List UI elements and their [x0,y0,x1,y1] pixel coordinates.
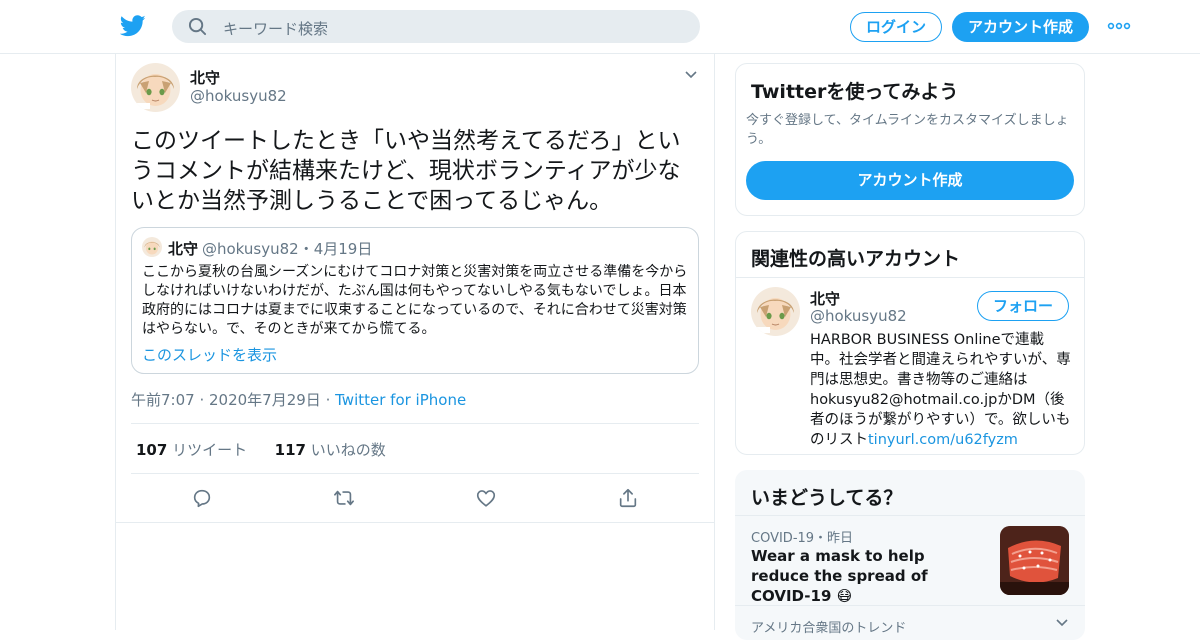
search-input[interactable]: キーワード検索 [223,18,328,39]
quote-text: ここから夏秋の台風シーズンにむけてコロナ対策と災害対策を両立させる準備を今からし… [142,264,688,337]
whats-happening-title: いまどうしてる？ [751,487,903,509]
related-account-name[interactable]: 北守 [810,288,840,309]
quoted-tweet[interactable]: 北守 @hokusyu82・4月19日 ここから夏秋の台風シーズンにむけてコロナ… [131,227,699,374]
show-thread-link[interactable]: このスレッドを表示 [142,344,277,365]
quote-meta: @hokusyu82・4月19日 [202,240,373,258]
divider [736,277,1084,278]
related-account-bio: HARBOR BUSINESS Onlineで連載中。社会学者と間違えられやすい… [810,330,1072,450]
related-account-avatar[interactable] [751,287,800,336]
related-accounts-title: 関連性の高いアカウント [751,248,961,270]
divider [131,473,699,474]
retweet-count[interactable]: 107 [136,441,167,459]
divider [131,423,699,424]
bio-text: HARBOR BUSINESS Onlineで連載中。社会学者と間違えられやすい… [810,332,1071,448]
retweet-label[interactable]: リツイート [172,441,247,459]
follow-button[interactable]: フォロー [977,291,1069,321]
share-icon[interactable] [617,487,639,509]
search-icon [188,17,207,36]
twitter-bird-icon[interactable] [120,14,146,38]
separator-dot: · [194,391,209,409]
quote-author-avatar [142,237,162,257]
divider [735,605,1085,606]
author-avatar[interactable] [131,63,180,112]
related-accounts-card: 関連性の高いアカウント 北守 @hokusyu82 フォロー HARBOR BU… [735,231,1085,455]
retweet-icon[interactable] [333,487,355,509]
signup-prompt-button[interactable]: アカウント作成 [746,161,1074,200]
news-meta: COVID-19・昨日 [751,531,854,546]
author-name[interactable]: 北守 [190,67,220,88]
signup-button[interactable]: アカウント作成 [952,12,1089,42]
heart-icon[interactable] [475,487,497,509]
tweet-text: このツイートしたとき「いや当然考えてるだろ」というコメントが結構来たけど、現状ボ… [131,128,681,214]
reply-icon[interactable] [191,487,213,509]
like-count[interactable]: 117 [275,441,306,459]
signup-prompt-subtitle: 今すぐ登録して、タイムラインをカスタマイズしましょう。 [746,113,1069,147]
divider [735,515,1085,516]
quote-author-name: 北守 [168,240,199,258]
like-label[interactable]: いいねの数 [311,441,386,459]
tweet-timestamp: 午前7:07 · 2020年7月29日 · Twitter for iPhone [131,389,466,410]
chevron-down-icon[interactable] [1055,617,1069,629]
more-dots-icon[interactable] [1107,16,1131,36]
separator-dot: · [320,391,336,409]
tweet-stats: 107 リツイート 117 いいねの数 [136,439,386,460]
trend-location: アメリカ合衆国のトレンド [751,621,907,636]
tweet-source-link[interactable]: Twitter for iPhone [335,391,466,409]
signup-prompt-title: Twitterを使ってみよう [751,81,959,103]
tweet-time[interactable]: 午前7:07 [131,391,195,409]
author-handle[interactable]: @hokusyu82 [190,87,287,105]
divider [116,522,714,523]
bio-link[interactable]: tinyurl.com/u62fyzm [868,432,1018,448]
top-navigation-bar: キーワード検索 ログイン アカウント作成 [0,0,1200,54]
search-bar[interactable]: キーワード検索 [172,10,700,43]
tweet-date[interactable]: 2020年7月29日 [209,391,321,409]
news-title[interactable]: Wear a mask to help reduce the spread of… [751,546,983,606]
related-account-handle[interactable]: @hokusyu82 [810,307,907,325]
whats-happening-card: いまどうしてる？ COVID-19・昨日 Wear a mask to help… [735,470,1085,640]
login-button[interactable]: ログイン [850,12,942,42]
chevron-down-icon[interactable] [684,69,698,81]
signup-prompt-card: Twitterを使ってみよう 今すぐ登録して、タイムラインをカスタマイズしましょ… [735,63,1085,216]
news-thumbnail-image[interactable] [1000,526,1069,595]
